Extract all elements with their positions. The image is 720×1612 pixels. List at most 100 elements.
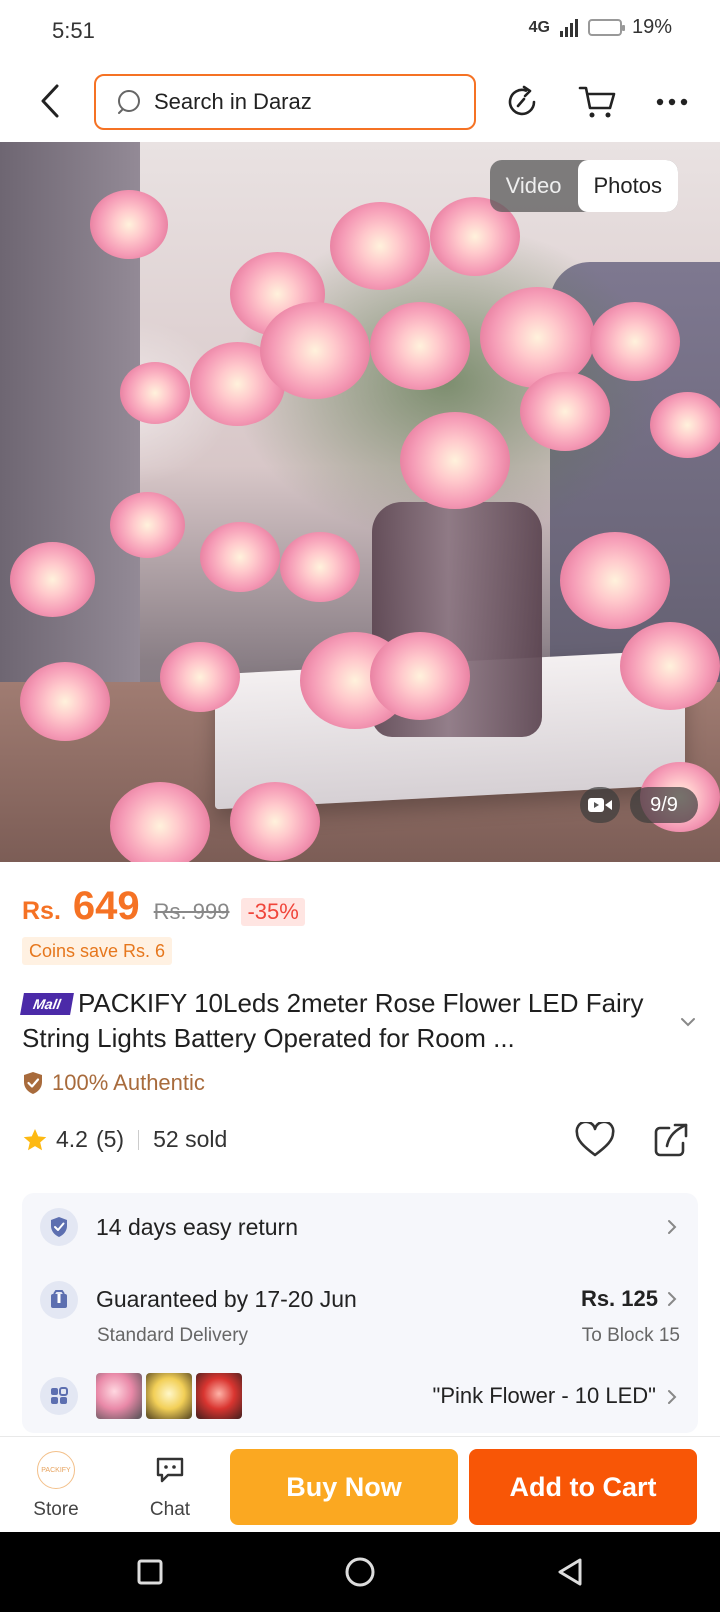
product-title-text: PACKIFY 10Leds 2meter Rose Flower LED Fa… <box>22 988 644 1053</box>
rose-light <box>260 302 370 399</box>
home-icon <box>345 1557 375 1587</box>
delivery-row[interactable]: Guaranteed by 17-20 Jun Standard Deliver… <box>22 1261 698 1361</box>
delivery-title: Guaranteed by 17-20 Jun <box>96 1286 357 1312</box>
price-currency: Rs. <box>22 897 61 925</box>
rose-light <box>370 302 470 390</box>
store-button[interactable]: PACKIFY Store <box>22 1451 90 1523</box>
add-to-cart-button[interactable]: Add to Cart <box>469 1449 697 1525</box>
rose-light <box>330 202 430 290</box>
share-icon <box>654 1123 688 1157</box>
rating-divider <box>138 1129 140 1150</box>
chevron-right-icon <box>662 1287 682 1311</box>
chat-button[interactable]: Chat <box>136 1451 204 1523</box>
more-options-button[interactable] <box>648 78 696 126</box>
heart-icon <box>575 1122 615 1157</box>
variant-thumb-red[interactable] <box>196 1373 242 1419</box>
delivery-box-icon <box>40 1281 78 1319</box>
return-title: 14 days easy return <box>96 1214 299 1240</box>
original-price: Rs. 999 <box>153 899 230 924</box>
rose-light <box>650 392 720 458</box>
product-image-gallery[interactable]: Video Photos 9/9 <box>0 142 720 862</box>
rose-light <box>120 362 190 424</box>
history-icon <box>508 85 536 116</box>
return-shield-icon <box>40 1208 78 1246</box>
price-row: Rs. 649 Rs. 999 -35% <box>22 884 305 929</box>
cart-icon <box>578 86 616 118</box>
share-button[interactable] <box>650 1119 692 1161</box>
expand-title-button[interactable] <box>676 1010 700 1034</box>
history-button[interactable] <box>498 78 546 126</box>
top-header: Search in Daraz <box>0 62 720 142</box>
recents-button[interactable] <box>128 1550 172 1594</box>
cart-button[interactable] <box>574 78 622 126</box>
status-indicators: 4G 19% <box>529 16 672 39</box>
chat-icon <box>151 1451 189 1489</box>
authentic-badge[interactable]: 100% Authentic <box>22 1070 205 1096</box>
rating-row[interactable]: 4.2 (5) 52 sold <box>22 1126 227 1153</box>
rose-light <box>590 302 680 382</box>
return-policy-row[interactable]: 14 days easy return <box>22 1193 698 1261</box>
delivery-subtitle: Standard Delivery <box>97 1325 249 1346</box>
rose-light <box>620 622 720 710</box>
buy-now-button[interactable]: Buy Now <box>230 1449 458 1525</box>
rating-value: 4.2 <box>56 1126 88 1152</box>
system-nav-bar <box>0 1532 720 1612</box>
image-counter: 9/9 <box>630 787 698 823</box>
rose-light <box>560 532 670 629</box>
rose-light <box>20 662 110 742</box>
delivery-location: To Block 15 <box>581 1325 680 1346</box>
recents-icon <box>137 1559 163 1585</box>
service-info-card: 14 days easy return Guaranteed by 17-20 … <box>22 1193 698 1433</box>
rose-light <box>370 632 470 720</box>
media-switch: Video Photos <box>489 160 678 212</box>
shield-check-icon <box>24 1072 42 1094</box>
signal-icon <box>559 18 578 37</box>
rose-light <box>400 412 510 509</box>
network-type: 4G <box>528 18 550 36</box>
price-value: 649 <box>72 884 140 928</box>
variant-thumb-warm[interactable] <box>146 1373 192 1419</box>
rose-light <box>520 372 610 452</box>
delivery-fee: Rs. 125 <box>580 1286 658 1311</box>
wishlist-button[interactable] <box>574 1119 616 1161</box>
battery-percent: 19% <box>631 16 672 38</box>
rose-light <box>110 782 210 862</box>
rating-count: (5) <box>95 1126 125 1152</box>
rose-light <box>200 522 280 593</box>
coins-save-badge: Coins save Rs. 6 <box>22 937 173 965</box>
variants-grid-icon <box>40 1377 78 1415</box>
back-button[interactable] <box>30 78 70 124</box>
more-icon <box>656 98 688 106</box>
search-input[interactable]: Search in Daraz <box>94 74 476 130</box>
sold-count: 52 sold <box>153 1126 228 1152</box>
chat-label: Chat <box>149 1499 191 1520</box>
battery-icon <box>587 19 625 36</box>
back-arrow-icon <box>41 84 59 118</box>
rose-light <box>90 190 168 259</box>
home-button[interactable] <box>338 1550 382 1594</box>
status-time: 5:51 <box>52 18 95 43</box>
variant-thumb-pink[interactable] <box>96 1373 142 1419</box>
chevron-right-icon <box>662 1385 682 1409</box>
variant-row[interactable]: "Pink Flower - 10 LED" <box>22 1361 698 1433</box>
tab-video[interactable]: Video <box>490 160 578 212</box>
discount-badge: -35% <box>241 898 305 926</box>
store-logo: PACKIFY <box>37 1451 75 1489</box>
chevron-down-icon <box>681 1018 695 1027</box>
mall-badge: Mall <box>20 993 74 1015</box>
tab-photos[interactable]: Photos <box>577 160 678 212</box>
system-back-button[interactable] <box>548 1550 592 1594</box>
status-bar: 5:51 4G 19% <box>0 0 720 62</box>
authentic-label: 100% Authentic <box>52 1070 205 1095</box>
star-icon <box>23 1128 47 1150</box>
rose-light <box>280 532 360 603</box>
product-title: Mall PACKIFY 10Leds 2meter Rose Flower LE… <box>20 986 662 1056</box>
triangle-back-icon <box>558 1558 582 1586</box>
store-label: Store <box>33 1499 79 1520</box>
search-icon <box>118 90 140 114</box>
product-actions <box>574 1119 692 1161</box>
video-button[interactable] <box>580 787 620 823</box>
search-placeholder: Search in Daraz <box>154 89 312 114</box>
bottom-action-bar: PACKIFY Store Chat Buy Now Add to Cart <box>0 1436 720 1532</box>
chevron-right-icon <box>662 1215 682 1239</box>
